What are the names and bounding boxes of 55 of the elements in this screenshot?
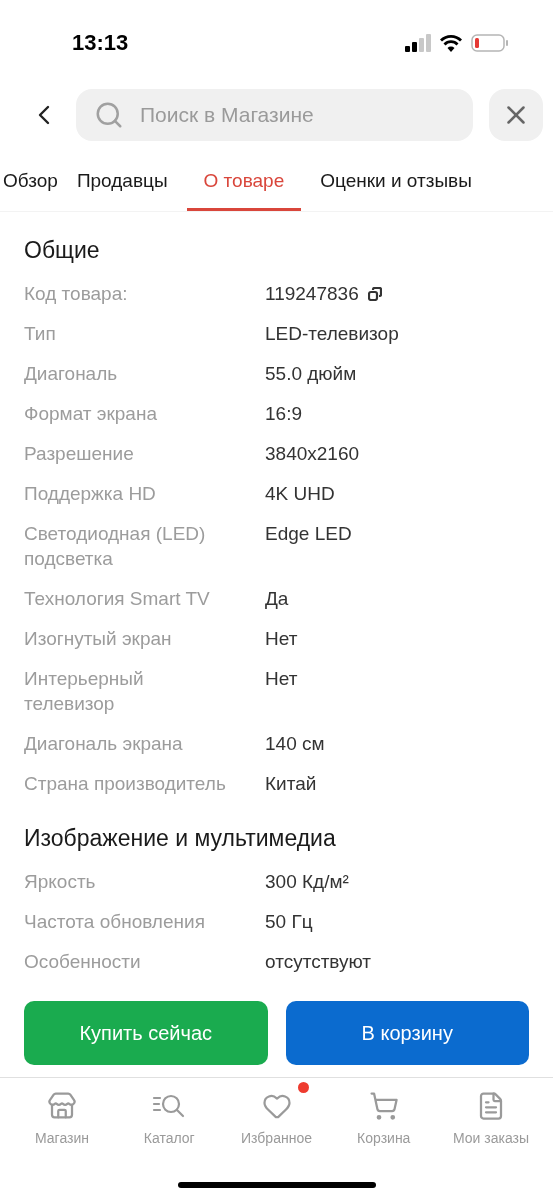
copy-icon <box>367 286 382 301</box>
spec-value: 50 Гц <box>265 910 313 934</box>
spec-value: 55.0 дюйм <box>265 362 357 386</box>
status-time: 13:13 <box>72 29 129 57</box>
tab[interactable]: Обзор <box>3 163 58 211</box>
add-to-cart-button[interactable]: В корзину <box>285 1001 529 1065</box>
spec-value: LED-телевизор <box>265 322 399 346</box>
spec-value: Нет <box>265 627 298 651</box>
nav-tab[interactable]: Каталог <box>119 1080 220 1149</box>
spec-value: отсутствуют <box>265 950 372 974</box>
spec-label: Технология Smart TV <box>24 587 211 611</box>
nav-tab[interactable]: Магазин <box>12 1080 112 1149</box>
spec-label: Интерьерный телевизор <box>24 667 145 716</box>
spec-label: Диагональ экрана <box>24 732 184 756</box>
nav-tab[interactable]: Избранное <box>226 1080 327 1149</box>
tab[interactable]: О товаре <box>186 163 302 211</box>
nav-tab[interactable]: Корзина <box>333 1080 434 1149</box>
close-button[interactable] <box>489 89 543 141</box>
spec-label: Разрешение <box>24 442 135 466</box>
spec-value: Нет <box>265 667 298 691</box>
spec-value: 4K UHD <box>265 482 335 506</box>
tab[interactable]: Оценки и отзывы <box>320 163 472 211</box>
spec-value: 119247836 <box>265 282 359 306</box>
spec-label: Тип <box>24 322 57 346</box>
spec-value: 300 Кд/м² <box>265 870 349 894</box>
spec-label: Яркость <box>24 870 97 894</box>
cart-icon <box>368 1091 399 1121</box>
spec-label: Диагональ <box>24 362 119 386</box>
battery-icon <box>471 33 509 52</box>
spec-value: Edge LED <box>265 522 352 546</box>
spec-value: 16:9 <box>265 402 302 426</box>
store-icon <box>47 1091 77 1121</box>
section-heading: Общие <box>24 235 101 265</box>
spec-label: Поддержка HD <box>24 482 157 506</box>
spec-value: Китай <box>265 772 317 796</box>
spec-value: 140 см <box>265 732 325 756</box>
spec-value: 3840x2160 <box>265 442 360 466</box>
spec-value: Да <box>265 587 289 611</box>
section-heading: Изображение и мультимедиа <box>24 823 337 853</box>
catalog-search-icon <box>152 1092 187 1120</box>
spec-label: Формат экрана <box>24 402 158 426</box>
buy-now-button[interactable]: Купить сейчас <box>24 1001 268 1065</box>
spec-label: Светодиодная (LED) подсветка <box>24 522 207 571</box>
spec-label: Код товара: <box>24 282 129 306</box>
signal-icon <box>405 33 431 52</box>
spec-label: Изогнутый экран <box>24 627 173 651</box>
nav-tab[interactable]: Мои заказы <box>441 1080 541 1149</box>
copy-button[interactable] <box>366 285 383 302</box>
spec-label: Страна производитель <box>24 772 227 796</box>
wifi-icon <box>439 33 463 52</box>
search-icon <box>94 100 124 130</box>
spec-label: Частота обновления <box>24 910 206 934</box>
tab[interactable]: Продавцы <box>76 163 168 211</box>
search-field[interactable]: Поиск в Магазине <box>76 89 473 141</box>
spec-label: Особенности <box>24 950 142 974</box>
